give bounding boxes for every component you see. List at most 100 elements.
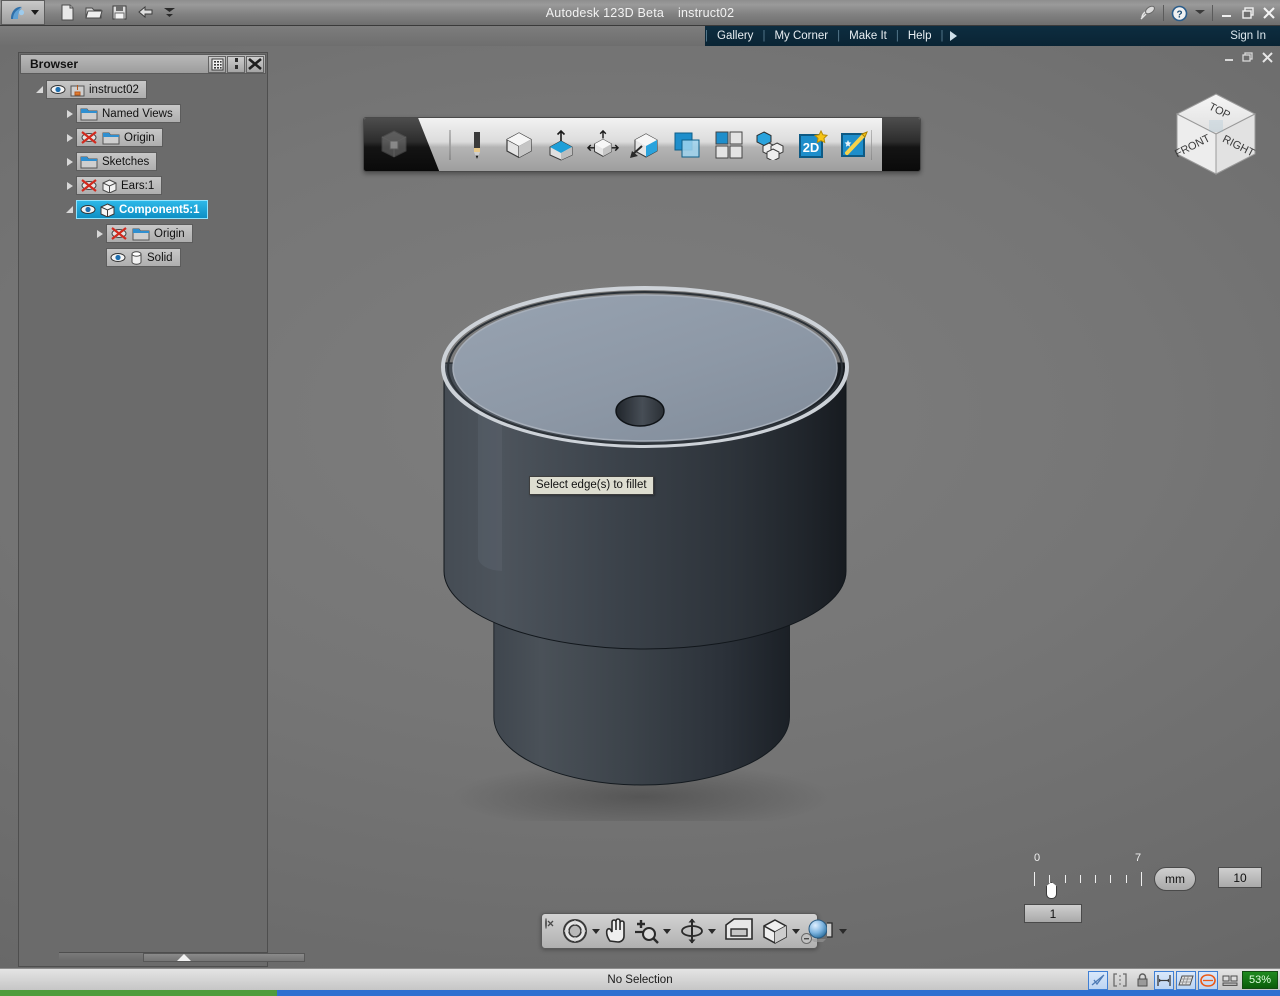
grid-plane-icon	[1178, 974, 1194, 987]
twisty-collapsed-icon[interactable]	[63, 179, 76, 192]
sketch-tool[interactable]	[461, 129, 493, 161]
toolbar-overflow-tab[interactable]	[882, 118, 920, 171]
primitives-tool[interactable]	[503, 129, 535, 161]
look-at-tool[interactable]	[724, 917, 754, 945]
grouping-tool[interactable]	[713, 129, 745, 161]
viewport-close-button[interactable]	[1261, 51, 1275, 65]
help-dropdown-icon[interactable]	[1195, 5, 1205, 22]
modify-tool[interactable]	[587, 129, 619, 161]
tree-node-sketches[interactable]: Sketches	[19, 153, 267, 170]
constraints-toggle[interactable]	[1110, 971, 1130, 990]
orbit-tool[interactable]	[679, 917, 716, 945]
smart-tool[interactable]	[839, 129, 871, 161]
close-button[interactable]	[1262, 6, 1276, 20]
model-center-hole	[616, 396, 664, 426]
cube-view-icon	[761, 917, 789, 945]
menu-item-gallery[interactable]: Gallery	[708, 30, 762, 42]
lock-toggle[interactable]	[1132, 971, 1152, 990]
assemble-tool[interactable]	[755, 129, 787, 161]
minimize-button[interactable]	[1220, 6, 1234, 20]
twisty-collapsed-icon[interactable]	[93, 227, 106, 240]
zoom-caret-icon[interactable]	[663, 929, 671, 934]
toolbar-active-tab[interactable]	[364, 118, 439, 171]
browser-filter-button[interactable]	[208, 56, 226, 73]
snap-value-field[interactable]: 1	[1024, 904, 1082, 923]
loop-select-toggle[interactable]	[1198, 971, 1218, 990]
orbit-caret-icon[interactable]	[708, 929, 716, 934]
menu-item-my-corner[interactable]: My Corner	[765, 30, 837, 42]
grid-toggle[interactable]	[1176, 971, 1196, 990]
steering-wheel-caret-icon[interactable]	[592, 929, 600, 934]
pan-tool[interactable]	[603, 917, 629, 945]
navbar-minimize-icon[interactable]	[801, 933, 812, 944]
3d-viewport[interactable]: Browser	[0, 46, 1280, 968]
2d-drawing-star-icon: 2D	[797, 129, 829, 161]
satellite-dish-icon[interactable]	[1139, 5, 1156, 22]
display-style-caret-icon[interactable]	[839, 929, 847, 934]
zoom-level-indicator[interactable]: 53%	[1242, 971, 1278, 989]
steering-wheel-tool[interactable]	[561, 917, 600, 945]
combine-tool[interactable]	[671, 129, 703, 161]
viewport-window-controls	[1223, 51, 1275, 65]
tree-node-label: Solid	[147, 252, 173, 264]
app-menu-button[interactable]	[1, 0, 45, 25]
help-circle-icon[interactable]: ?	[1171, 5, 1188, 22]
twisty-expanded-icon[interactable]	[33, 83, 46, 96]
cylindrical-part-model[interactable]	[430, 241, 860, 821]
grid-value-field[interactable]: 10	[1218, 867, 1262, 888]
tree-node-box[interactable]: Sketches	[76, 152, 157, 171]
tree-node-origin[interactable]: Origin	[19, 129, 267, 146]
tree-node-box[interactable]: Ears:1	[76, 176, 162, 195]
twisty-collapsed-icon[interactable]	[63, 131, 76, 144]
menu-item-make-it[interactable]: Make It	[840, 30, 896, 42]
restore-button[interactable]	[1241, 6, 1255, 20]
open-document-icon[interactable]	[85, 4, 102, 21]
sign-in-link[interactable]: Sign In	[1230, 30, 1274, 42]
browser-options-button[interactable]	[227, 56, 245, 73]
view-cube-tool[interactable]	[761, 917, 800, 945]
viewport-minimize-button[interactable]	[1223, 51, 1237, 65]
tree-node-component5-origin[interactable]: Origin	[19, 225, 267, 242]
customize-dropdown-icon[interactable]	[163, 4, 180, 21]
new-document-icon[interactable]	[59, 4, 76, 21]
construct-tool[interactable]	[545, 129, 577, 161]
tree-node-label: instruct02	[89, 84, 139, 96]
tree-node-ears[interactable]: Ears:1	[19, 177, 267, 194]
zoom-tool[interactable]	[632, 917, 671, 945]
tree-node-box[interactable]: Solid	[106, 248, 181, 267]
browser-close-button[interactable]	[246, 56, 264, 73]
view-layout-toggle[interactable]	[1220, 971, 1240, 990]
display-style-tool[interactable]	[806, 917, 847, 945]
undo-icon[interactable]	[137, 4, 154, 21]
browser-horizontal-scrollbar[interactable]	[59, 952, 267, 961]
tree-node-box-selected[interactable]: Component5:1	[76, 200, 208, 219]
hand-pan-icon	[603, 917, 629, 945]
view-cube-caret-icon[interactable]	[792, 929, 800, 934]
twisty-collapsed-icon[interactable]	[63, 155, 76, 168]
tree-node-instruct02[interactable]: instruct02	[19, 81, 267, 98]
tree-node-component5[interactable]: Component5:1	[19, 201, 267, 218]
tree-node-box[interactable]: Origin	[106, 224, 193, 243]
scrollbar-thumb[interactable]	[143, 953, 305, 962]
save-document-icon[interactable]	[111, 4, 128, 21]
unit-selector[interactable]: mm	[1154, 867, 1196, 891]
dimension-toggle[interactable]	[1154, 971, 1174, 990]
tree-node-box[interactable]: Origin	[76, 128, 163, 147]
tree-node-solid[interactable]: Solid	[19, 249, 267, 266]
view-cube[interactable]: TOP FRONT RIGHT	[1167, 86, 1265, 184]
check-line-icon	[1091, 974, 1106, 987]
tree-node-box[interactable]: instruct02	[46, 80, 147, 99]
snap-toggle[interactable]	[1088, 971, 1108, 990]
drawing-2d-tool[interactable]: 2D	[797, 129, 829, 161]
viewport-restore-button[interactable]	[1242, 51, 1256, 65]
twisty-expanded-icon[interactable]	[63, 203, 76, 216]
split-view-icon	[1222, 974, 1238, 987]
tree-node-named-views[interactable]: Named Views	[19, 105, 267, 122]
tree-node-box[interactable]: Named Views	[76, 104, 181, 123]
pattern-tool[interactable]	[629, 129, 661, 161]
browser-header: Browser	[20, 54, 266, 74]
menu-expand-arrow-icon[interactable]	[950, 31, 957, 41]
navbar-close-icon[interactable]	[545, 918, 547, 929]
menu-item-help[interactable]: Help	[899, 30, 941, 42]
twisty-collapsed-icon[interactable]	[63, 107, 76, 120]
